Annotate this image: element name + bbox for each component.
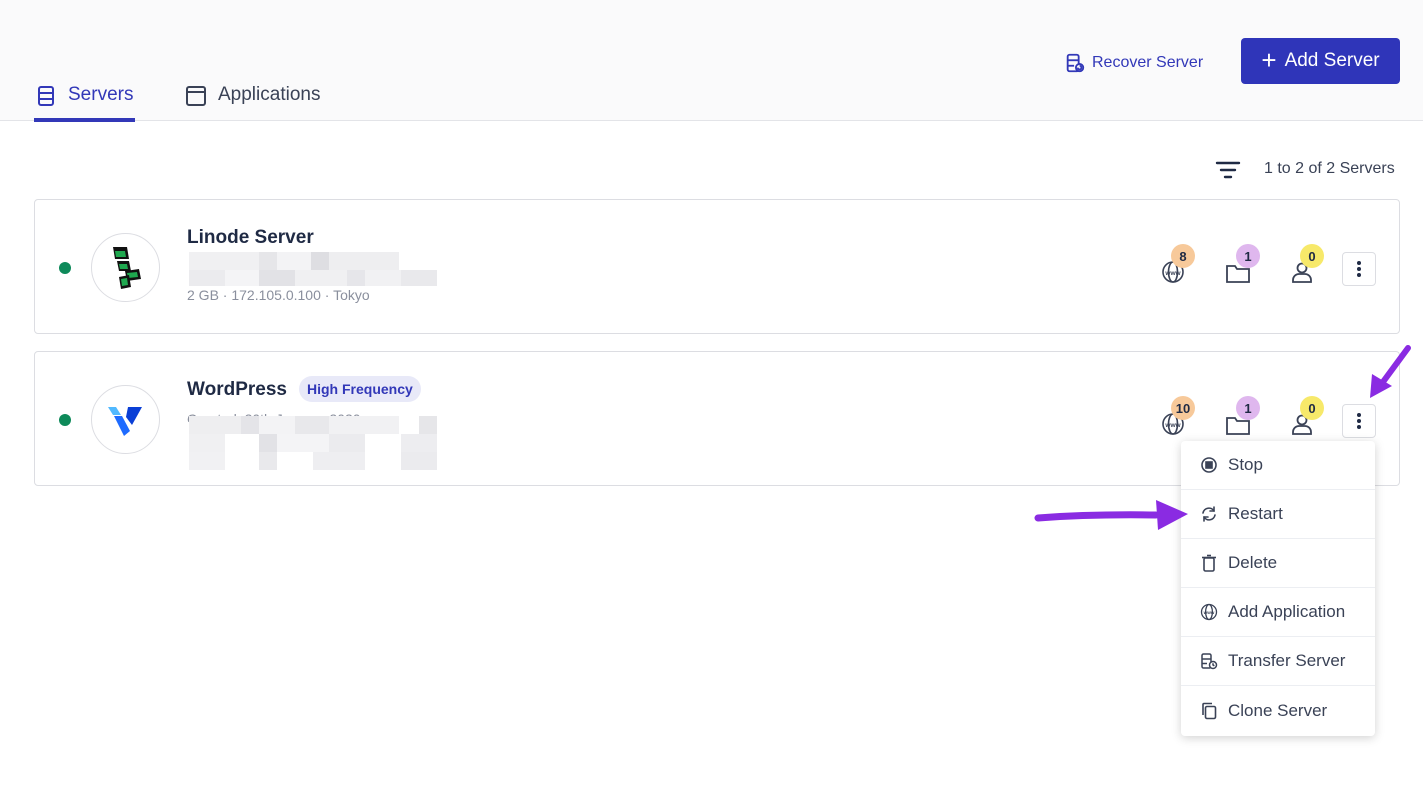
restart-icon (1202, 506, 1216, 522)
server-actions-button[interactable] (1342, 252, 1376, 286)
recover-server-label: Recover Server (1092, 54, 1204, 71)
filter-icon[interactable] (1215, 158, 1241, 182)
users-count: 0 (1300, 396, 1324, 420)
status-dot (59, 262, 71, 274)
menu-item-clone-server[interactable]: Clone Server (1181, 686, 1375, 735)
recover-server-icon (1066, 53, 1085, 73)
menu-item-label: Delete (1228, 553, 1278, 572)
add-server-button[interactable]: + Add Server (1241, 38, 1400, 84)
plus-icon: + (1261, 44, 1277, 75)
redacted-info (189, 416, 437, 472)
tab-applications[interactable]: Applications (184, 84, 320, 122)
server-meta: 2 GB · 172.105.0.100 · Tokyo (187, 287, 370, 303)
server-actions-menu: Stop Restart Delete www Add Application … (1181, 441, 1375, 736)
apps-count: 1 (1236, 244, 1260, 268)
server-icon (38, 86, 54, 106)
websites-count: 10 (1171, 396, 1195, 420)
server-name: Linode Server (187, 227, 314, 248)
server-card[interactable]: Linode Server 2 GB · 172.105.0.100 · Tok… (34, 199, 1400, 334)
websites-stat[interactable]: www 10 (1159, 396, 1199, 442)
menu-item-stop[interactable]: Stop (1181, 441, 1375, 490)
websites-count: 8 (1171, 244, 1195, 268)
svg-text:www: www (1164, 270, 1181, 277)
recover-server-link[interactable]: Recover Server (1064, 52, 1203, 74)
tab-servers[interactable]: Servers (34, 84, 136, 122)
kebab-icon (1357, 261, 1361, 277)
menu-item-restart[interactable]: Restart (1181, 490, 1375, 539)
status-dot (59, 414, 71, 426)
add-server-label: Add Server (1284, 50, 1380, 71)
websites-stat[interactable]: www 8 (1159, 244, 1199, 290)
tab-servers-label: Servers (68, 84, 134, 105)
menu-item-delete[interactable]: Delete (1181, 539, 1375, 588)
www-icon: www (1200, 603, 1218, 621)
top-bar: Servers Applications Recover Server + Ad… (0, 0, 1423, 122)
stop-icon (1201, 457, 1217, 473)
svg-text:www: www (1164, 422, 1181, 429)
server-count: 1 to 2 of 2 Servers (1264, 160, 1395, 177)
apps-stat[interactable]: 1 (1224, 396, 1264, 442)
menu-item-add-application[interactable]: www Add Application (1181, 588, 1375, 637)
users-stat[interactable]: 0 (1288, 244, 1328, 290)
menu-item-label: Transfer Server (1228, 651, 1346, 670)
svg-text:www: www (1203, 610, 1215, 615)
users-count: 0 (1300, 244, 1324, 268)
menu-item-label: Clone Server (1228, 700, 1328, 720)
kebab-icon (1357, 413, 1361, 429)
menu-item-label: Restart (1228, 504, 1283, 523)
clone-icon (1202, 702, 1217, 719)
users-stat[interactable]: 0 (1288, 396, 1328, 442)
linode-logo (91, 233, 160, 302)
server-name: WordPress (187, 379, 287, 400)
tab-applications-label: Applications (218, 84, 321, 105)
plan-badge: High Frequency (299, 376, 421, 402)
transfer-server-icon (1201, 653, 1218, 670)
menu-item-transfer-server[interactable]: Transfer Server (1181, 637, 1375, 686)
apps-count: 1 (1236, 396, 1260, 420)
server-actions-button[interactable] (1342, 404, 1376, 438)
vultr-logo (91, 385, 160, 454)
annotation-arrow-icon (1034, 500, 1188, 530)
menu-item-label: Add Application (1228, 602, 1346, 621)
window-icon (186, 86, 206, 106)
apps-stat[interactable]: 1 (1224, 244, 1264, 290)
menu-item-label: Stop (1228, 455, 1263, 474)
trash-icon (1202, 554, 1216, 572)
